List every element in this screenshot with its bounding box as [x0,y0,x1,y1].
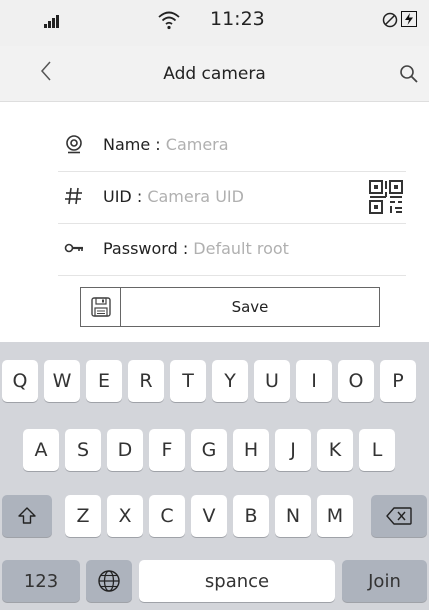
password-field-label: Password : Default root [103,239,289,258]
key-w[interactable]: W [44,360,80,402]
qr-code-scan-icon[interactable] [366,177,406,217]
key-n[interactable]: N [275,495,311,537]
key-r[interactable]: R [128,360,164,402]
status-time: 11:23 [210,8,265,30]
save-button-label: Save [231,298,269,316]
name-field[interactable]: Name : Camera [58,120,406,172]
key-s[interactable]: S [65,429,101,471]
key-y[interactable]: Y [212,360,248,402]
save-icon-box [81,288,121,326]
add-camera-screen: 11:23 Add camera Name : Camera UID: Cam… [0,0,429,610]
key-t[interactable]: T [170,360,206,402]
password-field-value: Default root [193,239,289,258]
signal-strength-icon [44,14,64,28]
globe-icon [98,570,120,592]
key-j[interactable]: J [275,429,311,471]
key-e[interactable]: E [86,360,122,402]
uid-field[interactable]: UID : Camera UID [58,172,406,224]
key-a[interactable]: A [23,429,59,471]
search-icon[interactable] [399,64,419,84]
numbers-key[interactable]: 123 [2,560,80,602]
key-h[interactable]: H [233,429,269,471]
status-bar: 11:23 [0,0,429,46]
do-not-disturb-icon [382,12,398,28]
uid-field-label: UID : Camera UID [103,187,244,206]
space-key[interactable]: spance [139,560,335,602]
key-l[interactable]: L [359,429,395,471]
key-v[interactable]: V [191,495,227,537]
password-field[interactable]: Password : Default root [58,224,406,276]
key-x[interactable]: X [107,495,143,537]
key-g[interactable]: G [191,429,227,471]
join-key[interactable]: Join [342,560,427,602]
camera-icon [66,135,82,154]
key-p[interactable]: P [380,360,416,402]
key-d[interactable]: D [107,429,143,471]
key-u[interactable]: U [254,360,290,402]
key-q[interactable]: Q [2,360,38,402]
shift-arrow-icon [18,507,36,524]
shift-key[interactable] [2,495,52,537]
key-c[interactable]: C [149,495,185,537]
floppy-disk-icon [90,297,111,317]
key-i[interactable]: I [296,360,332,402]
backspace-icon [386,507,412,525]
page-title: Add camera [163,64,266,84]
key-z[interactable]: Z [65,495,101,537]
key-b[interactable]: B [233,495,269,537]
name-field-label: Name : Camera [103,135,229,154]
backspace-key[interactable] [371,495,427,537]
save-button[interactable]: Save [80,287,380,327]
key-m[interactable]: M [317,495,353,537]
wifi-icon [158,11,180,30]
navigation-bar: Add camera [0,46,429,102]
name-field-value: Camera [165,135,229,154]
hash-icon [65,187,82,205]
uid-field-value: Camera UID [147,187,244,206]
key-k[interactable]: K [317,429,353,471]
on-screen-keyboard: Q W E R T Y U I O P A S D F G H J K L Z … [0,342,429,610]
battery-charging-icon [401,11,417,27]
key-icon [64,243,83,253]
key-o[interactable]: O [338,360,374,402]
key-f[interactable]: F [149,429,185,471]
globe-key[interactable] [86,560,132,602]
